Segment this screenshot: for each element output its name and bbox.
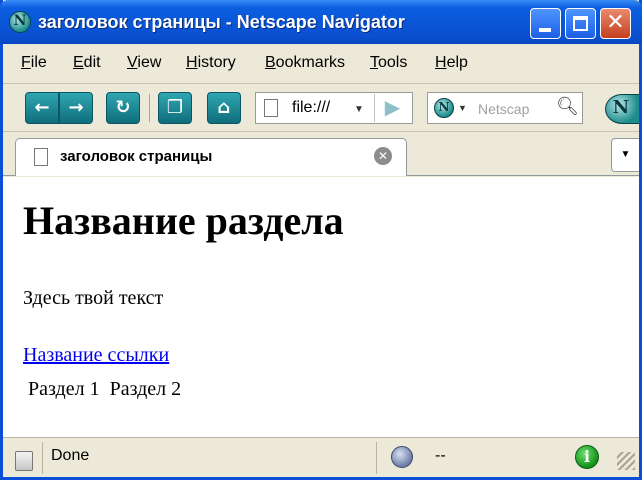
content-link[interactable]: Название ссылки [23,344,169,367]
page-icon [264,99,278,117]
title-bar[interactable]: заголовок страницы - Netscape Navigator … [0,0,642,44]
zone-text: -- [435,447,446,464]
status-bar: Done -- i [3,437,639,477]
browser-window: заголовок страницы - Netscape Navigator … [0,0,642,480]
page-icon [34,148,48,166]
search-engine-icon[interactable] [434,98,454,118]
search-icon[interactable]: 🔍︎ [556,96,579,117]
tab-active[interactable]: заголовок страницы ✕ [15,138,407,176]
back-icon: ← [34,97,50,118]
status-divider [3,442,377,474]
address-bar[interactable]: file:/// ▼ ▶ [255,92,413,124]
home-button[interactable]: ⌂ [207,92,241,124]
tabs-icon: ❐ [166,97,184,118]
close-button[interactable]: ✕ [600,8,631,39]
info-icon[interactable]: i [575,445,599,469]
home-icon: ⌂ [217,97,231,118]
close-icon: ✕ [606,10,625,35]
menu-tools[interactable]: Tools [370,54,407,72]
tab-label: заголовок страницы [60,148,213,165]
search-box[interactable]: ▼ Netscap 🔍︎ [427,92,583,124]
go-button[interactable]: ▶ [374,94,410,122]
tab-bar: заголовок страницы ✕ ▼ [3,132,639,176]
toolbar-separator [149,94,150,122]
menu-edit[interactable]: Edit [73,54,101,72]
menu-history[interactable]: History [186,54,236,72]
reload-button[interactable]: ↻ [106,92,140,124]
forward-button[interactable]: → [59,92,93,124]
navigation-toolbar: ← → ↻ ❐ ⌂ file:/// ▼ ▶ ▼ Netscap 🔍︎ [3,84,639,132]
menu-bar: File Edit View History Bookmarks Tools H… [3,44,639,84]
page-content: Название раздела Здесь твой текст Назван… [3,177,639,437]
menu-view[interactable]: View [127,54,161,72]
search-input[interactable]: Netscap [478,101,529,117]
minimize-icon [539,28,551,32]
window-title: заголовок страницы - Netscape Navigator [38,12,405,32]
menu-help[interactable]: Help [435,54,468,72]
reload-icon: ↻ [115,97,131,118]
chevron-down-icon: ▼ [620,149,631,160]
section-list: Раздел 1 Раздел 2 [28,378,186,401]
netscape-logo-icon [9,11,31,33]
minimize-button[interactable] [530,8,561,39]
close-tab-icon[interactable]: ✕ [374,147,392,165]
netscape-throbber-icon[interactable] [605,94,639,124]
section-item: Раздел 2 [109,378,182,400]
maximize-icon [573,16,588,31]
page-heading: Название раздела [23,198,344,243]
maximize-button[interactable] [565,8,596,39]
url-input[interactable]: file:/// [292,99,330,117]
back-button[interactable]: ← [25,92,59,124]
tabs-button[interactable]: ❐ [158,92,192,124]
go-icon: ▶ [384,97,401,119]
body-text: Здесь твой текст [23,287,164,309]
tab-list-button[interactable]: ▼ [611,138,639,172]
forward-icon: → [68,97,84,118]
chevron-down-icon[interactable]: ▼ [458,103,467,113]
security-icon[interactable] [391,446,413,468]
section-item: Раздел 1 [28,378,100,400]
chevron-down-icon[interactable]: ▼ [354,104,364,115]
resize-grip-icon[interactable] [617,452,635,470]
menu-bookmarks[interactable]: Bookmarks [265,54,345,72]
menu-file[interactable]: File [21,54,47,72]
